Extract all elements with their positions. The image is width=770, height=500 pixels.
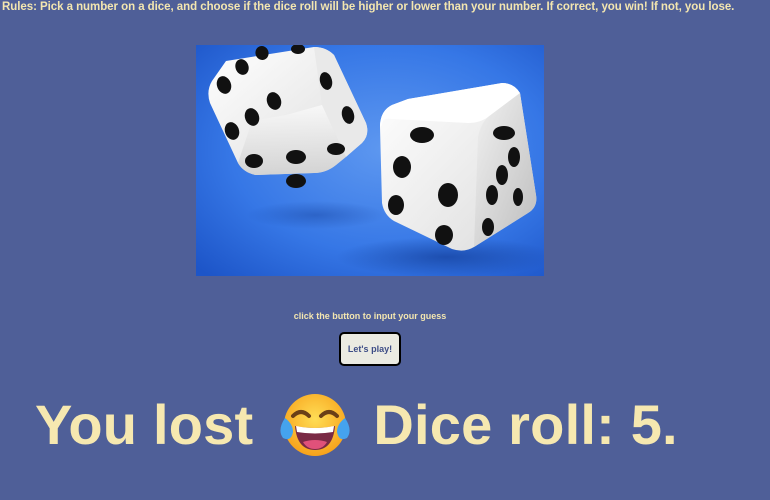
result-lead-text: You lost [35,393,254,456]
rules-text: Rules: Pick a number on a dice, and choo… [2,1,735,13]
dice-image [196,45,544,276]
result-message: You lost Dice roll: 5. [35,392,678,458]
dice-roll-result-text: Dice roll: 5. [373,393,678,456]
face-with-tears-of-joy-icon [279,392,351,458]
lets-play-button[interactable]: Let's play! [339,332,401,366]
guess-prompt-text: click the button to input your guess [293,311,447,321]
